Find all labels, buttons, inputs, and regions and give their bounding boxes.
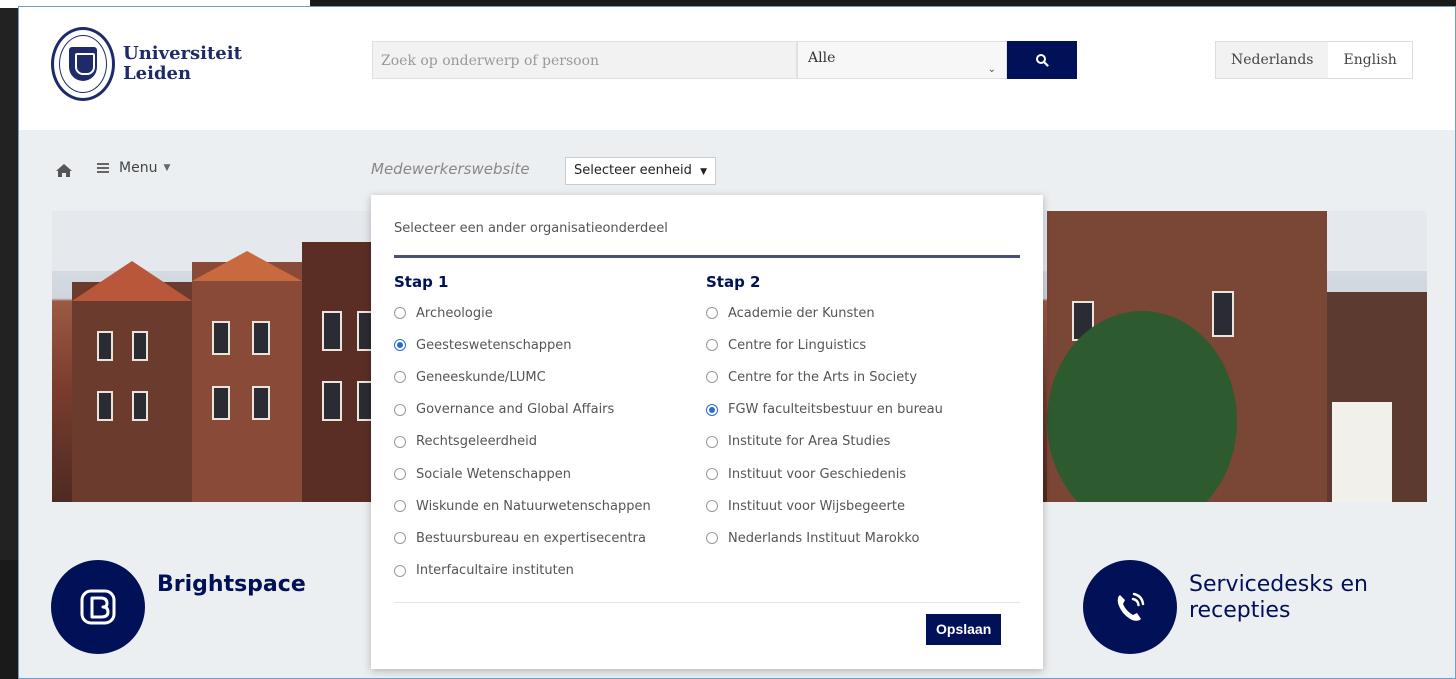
step2-heading: Stap 2 <box>706 273 761 291</box>
radio-icon[interactable] <box>706 500 718 513</box>
step1-option[interactable]: Archeologie <box>394 297 651 329</box>
step2-column: Stap 2 Academie der Kunsten Centre for Li… <box>706 273 943 555</box>
step1-column: Stap 1 Archeologie Geesteswetenschappen Ge… <box>394 273 651 587</box>
step2-option-label: Nederlands Instituut Marokko <box>728 530 920 546</box>
search-input[interactable]: Zoek op onderwerp of persoon <box>372 41 797 79</box>
step1-option[interactable]: Wiskunde en Natuurwetenschappen <box>394 490 651 522</box>
brightspace-logo-icon <box>51 560 145 654</box>
step1-heading: Stap 1 <box>394 273 449 291</box>
step1-option-label: Wiskunde en Natuurwetenschappen <box>416 498 651 514</box>
radio-icon[interactable] <box>394 532 406 545</box>
caret-down-icon: ▼ <box>700 167 707 177</box>
logo-text-line2: Leiden <box>123 63 192 84</box>
menu-label: Menu <box>119 160 158 176</box>
step1-option[interactable]: Geesteswetenschappen <box>394 329 651 361</box>
radio-icon[interactable] <box>394 435 406 448</box>
site-breadcrumb[interactable]: Medewerkerswebsite <box>371 160 530 178</box>
step2-option-label: FGW faculteitsbestuur en bureau <box>728 402 943 418</box>
step1-option[interactable]: Geneeskunde/LUMC <box>394 361 651 393</box>
step2-option-label: Centre for Linguistics <box>728 337 867 353</box>
step1-option-label: Interfacultaire instituten <box>416 563 574 579</box>
menu-button[interactable]: Menu ▼ <box>97 160 170 176</box>
step2-option-label: Instituut voor Geschiedenis <box>728 466 907 482</box>
chevron-down-icon: ⌄ <box>987 64 996 75</box>
university-seal-icon <box>51 27 115 101</box>
search-scope-value: Alle <box>808 50 836 66</box>
radio-icon[interactable] <box>394 403 406 416</box>
step2-option-label: Instituut voor Wijsbegeerte <box>728 498 905 514</box>
step1-option-label: Archeologie <box>416 305 493 321</box>
servicedesks-title-line2: recepties <box>1189 598 1291 623</box>
home-icon[interactable] <box>55 163 73 182</box>
panel-title: Selecteer een ander organisatieonderdeel <box>394 221 668 236</box>
radio-icon[interactable] <box>394 468 406 481</box>
radio-icon[interactable] <box>706 339 718 352</box>
radio-icon[interactable] <box>706 468 718 481</box>
save-button[interactable]: Opslaan <box>926 614 1002 645</box>
step2-option[interactable]: Instituut voor Geschiedenis <box>706 458 943 490</box>
step2-option-label: Institute for Area Studies <box>728 434 891 450</box>
radio-selected-icon[interactable] <box>706 403 718 416</box>
step2-options: Academie der Kunsten Centre for Linguisti… <box>706 297 943 555</box>
panel-divider <box>394 255 1020 258</box>
servicedesks-title-line1: Servicedesks en <box>1189 572 1368 597</box>
step2-option[interactable]: Institute for Area Studies <box>706 426 943 458</box>
radio-icon[interactable] <box>394 564 406 577</box>
panel-footer-divider <box>394 602 1020 603</box>
hamburger-icon <box>97 161 109 175</box>
search-bar: Zoek op onderwerp of persoon Alle ⌄ <box>372 41 1077 79</box>
step1-option[interactable]: Governance and Global Affairs <box>394 394 651 426</box>
caret-down-icon: ▼ <box>163 163 171 173</box>
servicedesks-tile[interactable]: Servicedesks en recepties <box>1083 560 1368 654</box>
step1-option[interactable]: Bestuursbureau en expertisecentra <box>394 522 651 554</box>
brightspace-tile[interactable]: Brightspace <box>51 560 306 654</box>
servicedesks-title: Servicedesks en recepties <box>1189 572 1368 624</box>
radio-icon[interactable] <box>394 371 406 384</box>
brightspace-title: Brightspace <box>157 572 306 597</box>
step1-option[interactable]: Rechtsgeleerdheid <box>394 426 651 458</box>
step1-option[interactable]: Interfacultaire instituten <box>394 555 651 587</box>
language-switcher: Nederlands English <box>1215 41 1413 79</box>
step1-option-label: Geneeskunde/LUMC <box>416 369 546 385</box>
radio-icon[interactable] <box>706 532 718 545</box>
phone-icon <box>1083 560 1177 654</box>
logo-text-line1: Universiteit <box>123 43 242 64</box>
step2-option-label: Academie der Kunsten <box>728 305 875 321</box>
step1-option-label: Rechtsgeleerdheid <box>416 434 538 450</box>
radio-icon[interactable] <box>706 371 718 384</box>
step1-option-label: Sociale Wetenschappen <box>416 466 571 482</box>
radio-icon[interactable] <box>394 307 406 320</box>
step2-option-label: Centre for the Arts in Society <box>728 369 918 385</box>
lang-nederlands[interactable]: Nederlands <box>1216 42 1329 78</box>
step2-option[interactable]: Centre for the Arts in Society <box>706 361 943 393</box>
university-logo[interactable]: Universiteit Leiden <box>51 27 242 101</box>
step1-options: Archeologie Geesteswetenschappen Geneeskun… <box>394 297 651 587</box>
search-scope-select[interactable]: Alle ⌄ <box>797 41 1007 79</box>
step2-option[interactable]: Centre for Linguistics <box>706 329 943 361</box>
step2-option[interactable]: Academie der Kunsten <box>706 297 943 329</box>
browser-page: Universiteit Leiden Zoek op onderwerp of… <box>18 6 1456 679</box>
step2-option[interactable]: Nederlands Instituut Marokko <box>706 522 943 554</box>
select-unit-label: Selecteer eenheid <box>574 163 692 178</box>
radio-icon[interactable] <box>706 307 718 320</box>
step2-option[interactable]: FGW faculteitsbestuur en bureau <box>706 394 943 426</box>
radio-selected-icon[interactable] <box>394 339 406 352</box>
unit-selector-panel: Selecteer een ander organisatieonderdeel… <box>371 195 1043 669</box>
search-button[interactable] <box>1007 41 1077 79</box>
step2-option[interactable]: Instituut voor Wijsbegeerte <box>706 490 943 522</box>
lang-english[interactable]: English <box>1328 42 1412 78</box>
logo-text: Universiteit Leiden <box>123 44 242 84</box>
step1-option-label: Governance and Global Affairs <box>416 402 615 418</box>
search-icon <box>1036 54 1049 67</box>
step1-option-label: Geesteswetenschappen <box>416 337 572 353</box>
step1-option-label: Bestuursbureau en expertisecentra <box>416 530 646 546</box>
radio-icon[interactable] <box>706 435 718 448</box>
step1-option[interactable]: Sociale Wetenschappen <box>394 458 651 490</box>
select-unit-button[interactable]: Selecteer eenheid ▼ <box>565 157 716 185</box>
site-header: Universiteit Leiden Zoek op onderwerp of… <box>19 7 1455 130</box>
radio-icon[interactable] <box>394 500 406 513</box>
